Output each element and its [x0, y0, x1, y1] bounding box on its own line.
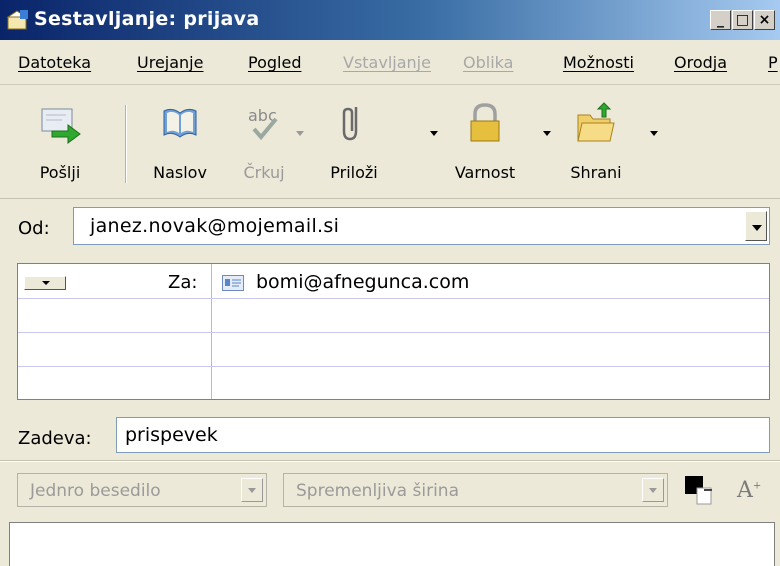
text-mode-value: Jednro besedilo — [30, 481, 161, 501]
menu-bar: Datoteka Urejanje Pogled Vstavljanje Obl… — [0, 40, 780, 85]
grid-row-line — [18, 298, 769, 299]
attach-dropdown-arrow[interactable] — [430, 131, 438, 136]
lock-icon — [470, 103, 500, 142]
from-label: Od: — [18, 218, 50, 239]
menu-pogled[interactable]: Pogled — [248, 53, 301, 72]
font-dropdown-button[interactable] — [642, 478, 664, 502]
attach-label: Priloži — [330, 163, 378, 182]
text-color-icon[interactable] — [684, 474, 718, 510]
from-value: janez.novak@mojemail.si — [90, 215, 340, 237]
menu-oblika[interactable]: Oblika — [463, 53, 513, 72]
save-label: Shrani — [570, 163, 622, 182]
save-button[interactable]: Shrani — [556, 101, 636, 182]
compose-window: Sestavljanje: prijava _ □ × Datoteka Ure… — [0, 0, 780, 566]
grid-row-line — [18, 332, 769, 333]
address-book-icon — [163, 108, 197, 138]
subject-label: Zadeva: — [18, 428, 92, 449]
minimize-button[interactable]: _ — [710, 10, 731, 30]
text-mode-dropdown-button[interactable] — [241, 478, 263, 502]
send-label: Pošlji — [39, 163, 81, 182]
toolbar: Pošlji Naslov abc Črkuj Priloži Varnost … — [0, 85, 780, 199]
security-dropdown-arrow[interactable] — [543, 131, 551, 136]
grid-row-line — [18, 366, 769, 367]
menu-p[interactable]: P — [768, 53, 778, 72]
menu-datoteka[interactable]: Datoteka — [18, 53, 91, 72]
font-value: Spremenljiva širina — [296, 481, 459, 501]
spell-dropdown-arrow[interactable] — [296, 131, 304, 136]
menu-vstavljanje[interactable]: Vstavljanje — [343, 53, 431, 72]
text-mode-select[interactable]: Jednro besedilo — [17, 473, 267, 507]
save-dropdown-arrow[interactable] — [650, 131, 658, 136]
security-button[interactable]: Varnost — [440, 101, 530, 182]
paperclip-icon — [342, 107, 358, 141]
chevron-down-icon — [248, 488, 256, 493]
subject-input[interactable]: prispevek — [116, 417, 770, 453]
toolbar-separator — [125, 105, 126, 183]
save-folder-icon — [577, 102, 615, 142]
font-size-icon[interactable]: A+ — [737, 478, 761, 503]
from-dropdown-button[interactable] — [745, 211, 767, 241]
chevron-down-icon — [752, 225, 762, 231]
window-title: Sestavljanje: prijava — [34, 8, 260, 30]
contact-card-icon — [222, 275, 244, 291]
send-icon — [41, 108, 81, 144]
recipient-type-label: Za: — [168, 272, 198, 293]
subject-value: prispevek — [125, 424, 218, 446]
from-combo[interactable]: janez.novak@mojemail.si — [73, 207, 770, 245]
address-book-button[interactable]: Naslov — [140, 101, 220, 182]
recipient-address[interactable]: bomi@afnegunca.com — [256, 271, 469, 293]
address-book-label: Naslov — [153, 163, 207, 182]
chevron-down-icon — [649, 488, 657, 493]
chevron-down-icon — [42, 281, 50, 285]
attach-button[interactable]: Priloži — [314, 101, 394, 182]
compose-app-icon — [6, 10, 28, 30]
font-select[interactable]: Spremenljiva širina — [283, 473, 668, 507]
spell-check-label: Črkuj — [243, 163, 285, 182]
menu-urejanje[interactable]: Urejanje — [137, 53, 203, 72]
message-body[interactable] — [9, 522, 775, 566]
menu-moznosti[interactable]: Možnosti — [563, 53, 634, 72]
send-button[interactable]: Pošlji — [20, 101, 100, 182]
security-label: Varnost — [454, 163, 516, 182]
spell-check-button[interactable]: abc Črkuj — [234, 101, 294, 182]
maximize-button[interactable]: □ — [732, 10, 753, 30]
format-bar-separator — [0, 460, 780, 461]
title-bar[interactable]: Sestavljanje: prijava _ □ × — [0, 0, 780, 40]
recipient-type-dropdown[interactable] — [24, 276, 66, 290]
spell-check-icon: abc — [248, 106, 278, 141]
menu-orodja[interactable]: Orodja — [674, 53, 727, 72]
recipients-grid[interactable]: Za: bomi@afnegunca.com — [17, 263, 770, 400]
close-button[interactable]: × — [754, 10, 775, 30]
